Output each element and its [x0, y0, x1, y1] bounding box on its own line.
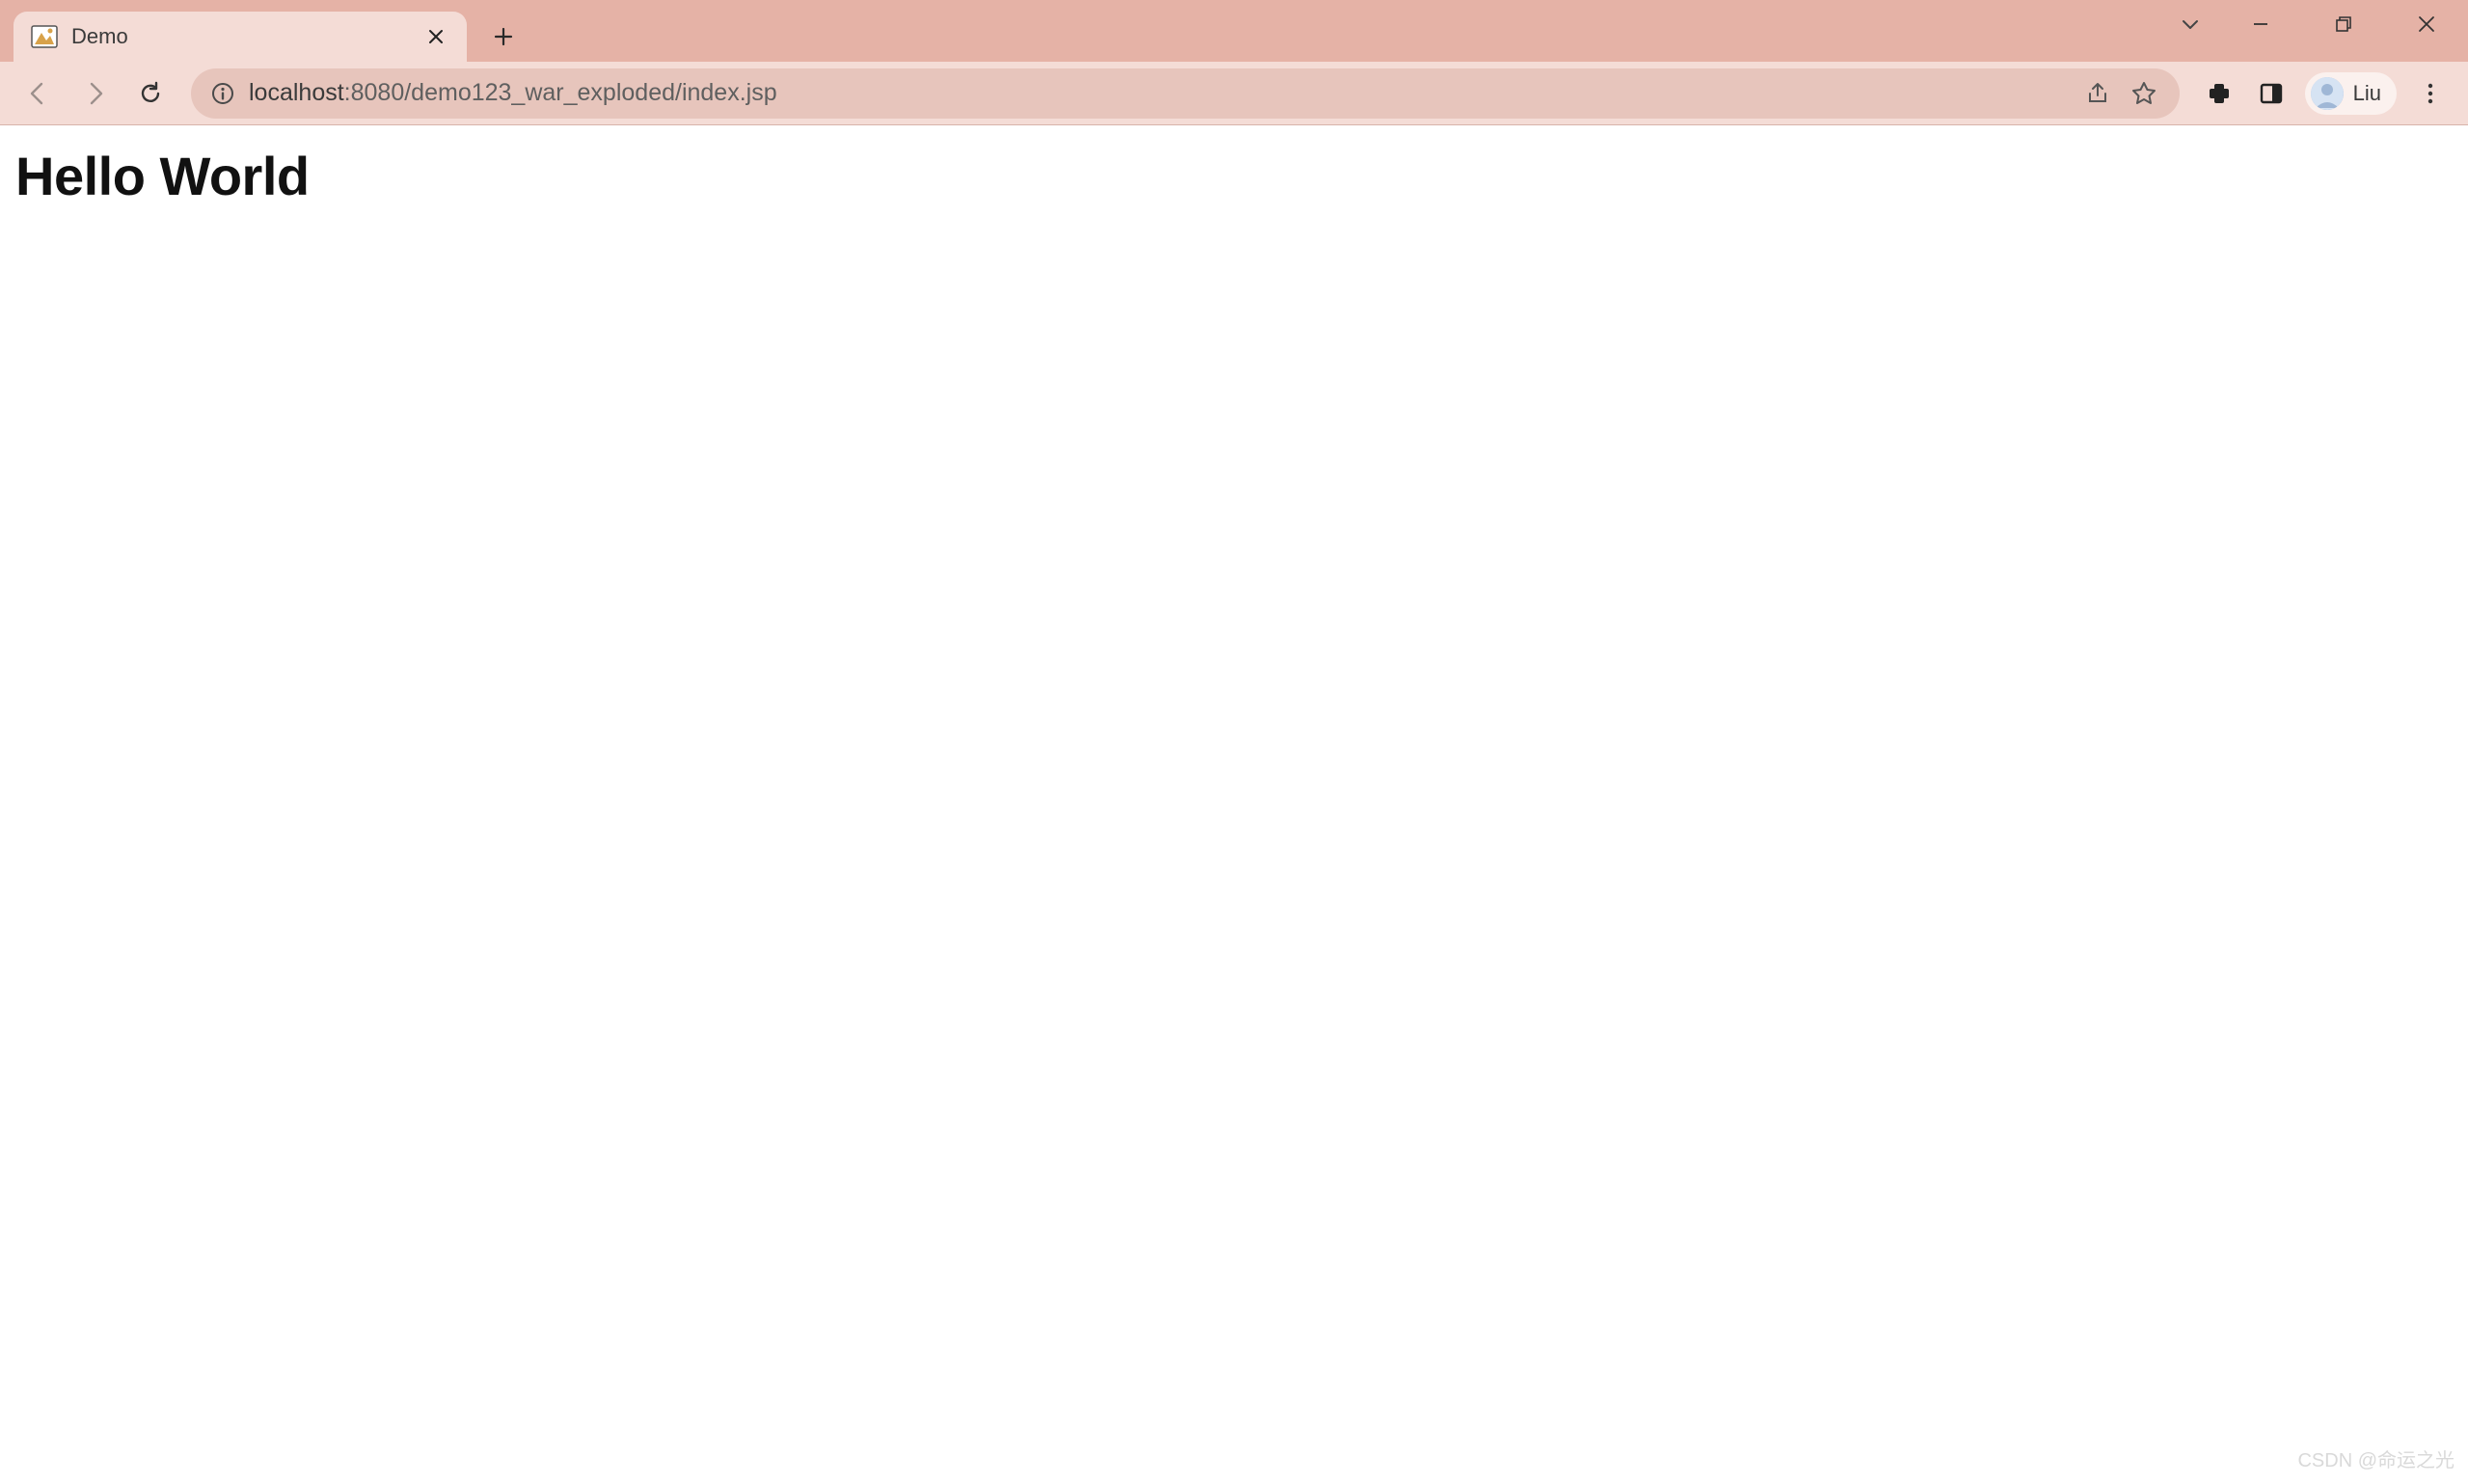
browser-titlebar: Demo — [0, 0, 2468, 62]
toolbar-right: Liu — [2195, 69, 2454, 118]
profile-chip[interactable]: Liu — [2305, 72, 2397, 115]
url-port: :8080 — [344, 79, 405, 106]
window-minimize-button[interactable] — [2219, 0, 2302, 48]
extensions-button[interactable] — [2195, 69, 2243, 118]
side-panel-button[interactable] — [2247, 69, 2295, 118]
site-info-icon[interactable] — [210, 81, 235, 106]
page-heading: Hello World — [15, 145, 2453, 207]
window-close-button[interactable] — [2385, 0, 2468, 48]
page-content: Hello World — [0, 125, 2468, 227]
forward-button[interactable] — [69, 68, 120, 119]
back-button[interactable] — [14, 68, 64, 119]
tab-close-button[interactable] — [422, 23, 449, 50]
browser-tab[interactable]: Demo — [14, 12, 467, 62]
window-maximize-button[interactable] — [2302, 0, 2385, 48]
search-tabs-button[interactable] — [2161, 0, 2219, 48]
url-text: localhost:8080/demo123_war_exploded/inde… — [249, 79, 2068, 107]
new-tab-button[interactable] — [482, 15, 525, 58]
bookmark-star-icon[interactable] — [2128, 77, 2160, 110]
url-path: /demo123_war_exploded/index.jsp — [404, 79, 776, 106]
share-icon[interactable] — [2081, 77, 2114, 110]
reload-button[interactable] — [125, 68, 176, 119]
browser-toolbar: localhost:8080/demo123_war_exploded/inde… — [0, 62, 2468, 125]
watermark: CSDN @命运之光 — [2297, 1444, 2454, 1472]
url-host: localhost — [249, 79, 344, 106]
tab-favicon-icon — [31, 23, 58, 50]
avatar-icon — [2311, 77, 2344, 110]
address-bar[interactable]: localhost:8080/demo123_war_exploded/inde… — [191, 68, 2180, 119]
profile-name: Liu — [2353, 81, 2381, 106]
window-controls — [2161, 0, 2468, 48]
tab-title: Demo — [71, 24, 422, 49]
menu-button[interactable] — [2406, 69, 2454, 118]
